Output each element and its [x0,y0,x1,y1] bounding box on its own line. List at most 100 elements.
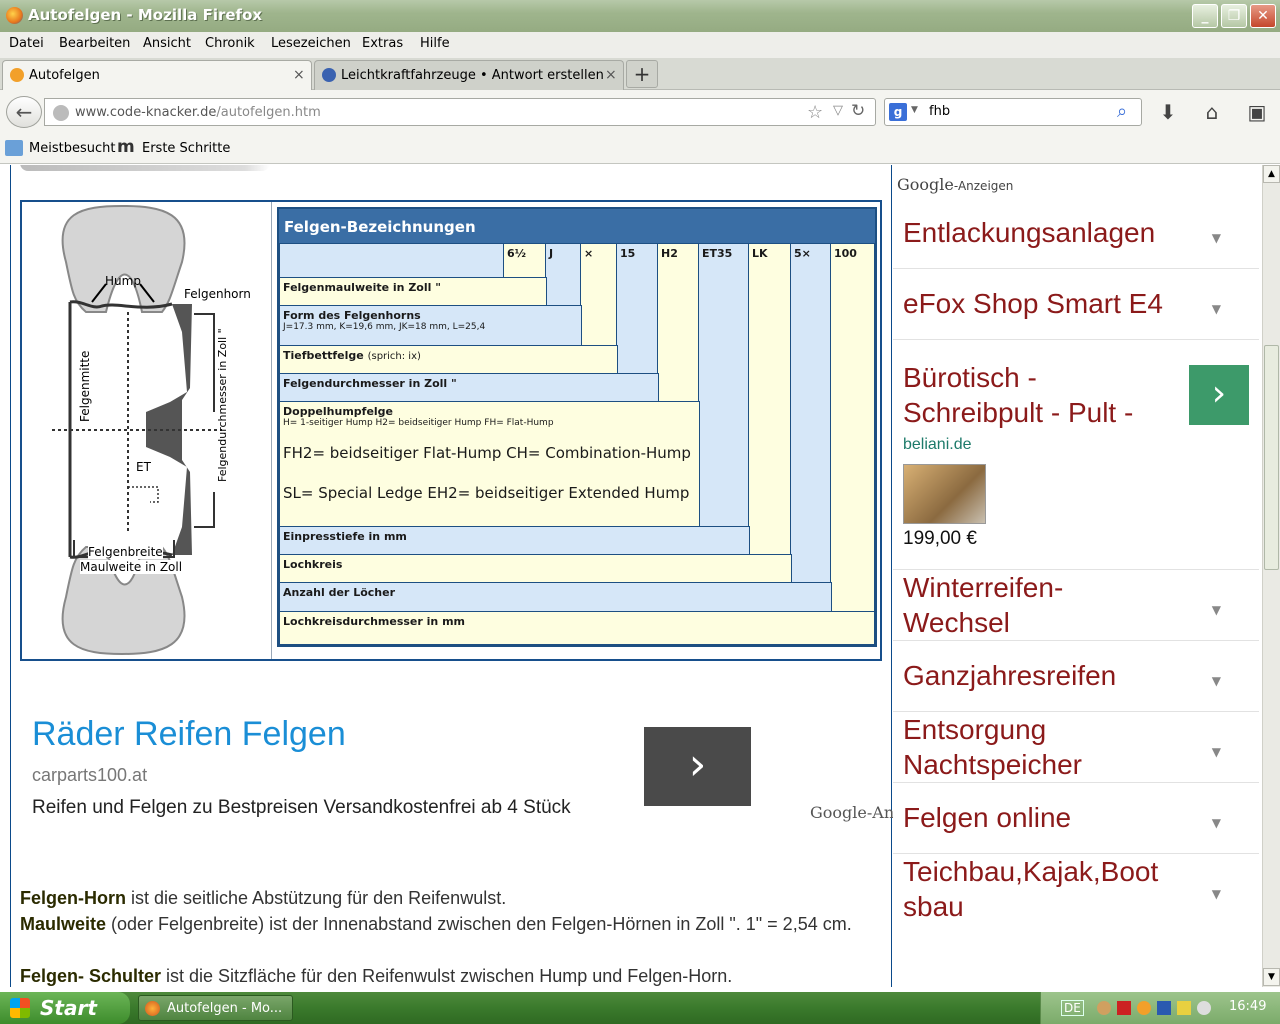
navigation-bar: www.code-knacker.de/autofelgen.htm ☆ ▽ ↻… [0,90,1280,132]
sidebar-ad-buerotisch[interactable]: Bürotisch - Schreibpult - Pult - beliani… [893,340,1259,570]
ad-title-link[interactable]: Räder Reifen Felgen [32,715,346,754]
language-indicator[interactable]: DE [1061,1000,1084,1016]
row-tiefbettfelge: Tiefbettfelge (sprich: ix) [279,345,618,375]
windows-logo-icon [10,998,30,1018]
label-felgendurchmesser: Felgendurchmesser in Zoll " [216,328,229,482]
web-page: Hump Felgenhorn Felgenmitte Felgendurchm… [0,165,1262,987]
ad-google-label: Google-An [810,803,895,822]
taskbar-firefox-task[interactable]: Autofelgen - Mo... [138,995,293,1021]
tab-autofelgen[interactable]: Autofelgen × [2,60,312,90]
bookmark-meistbesucht[interactable]: Meistbesucht [29,141,115,156]
menu-ansicht[interactable]: Ansicht [143,36,191,51]
chevron-down-icon: ▼ [1211,603,1221,617]
tab-label: Autofelgen [29,68,100,83]
tray-arrow-icon[interactable] [1097,1001,1111,1015]
sidebar-ad-felgen-online[interactable]: Felgen online ▼ [893,783,1259,854]
chevron-down-icon: ▼ [1211,887,1221,901]
google-engine-icon[interactable]: g [889,103,907,121]
row-anzahl-loecher: Anzahl der Löcher [279,582,832,613]
sidebar-ad-domain[interactable]: beliani.de [903,436,972,454]
search-input[interactable]: fhb [929,104,950,119]
paragraph-felgen-schulter: Felgen- Schulter ist die Sitzfläche für … [20,966,733,986]
page-scrollbar[interactable]: ▲ ▼ [1262,165,1280,987]
menu-lesezeichen[interactable]: Lesezeichen [271,36,351,51]
label-maulweite: Maulweite in Zoll [80,560,183,574]
tray-sound-icon[interactable] [1197,1001,1211,1015]
cut-off-heading [20,165,270,177]
tab-leichtkraftfahrzeuge[interactable]: Leichtkraftfahrzeuge • Antwort erstellen… [314,60,624,90]
new-tab-button[interactable]: + [626,60,658,88]
task-label: Autofelgen - Mo... [167,1001,283,1016]
scroll-down-arrow-icon[interactable]: ▼ [1263,968,1280,986]
rim-figure-box: Hump Felgenhorn Felgenmitte Felgendurchm… [20,200,882,661]
tray-network-icon[interactable] [1157,1001,1171,1015]
search-bar[interactable]: g ▼ fhb ⌕ [884,98,1142,126]
scroll-up-arrow-icon[interactable]: ▲ [1263,165,1280,183]
tab-label: Leichtkraftfahrzeuge • Antwort erstellen [341,68,604,83]
reload-icon[interactable]: ↻ [851,101,865,121]
tray-app-icon[interactable] [1117,1001,1131,1015]
search-icon[interactable]: ⌕ [1117,101,1127,122]
ad-url[interactable]: carparts100.at [32,765,147,786]
engine-dropdown-icon[interactable]: ▼ [911,105,918,115]
code-cell: LK [748,243,792,556]
row-form-felgenhorn: Form des Felgenhorns J=17.3 mm, K=19,6 mm… [279,305,582,347]
window-titlebar[interactable]: Autofelgen - Mozilla Firefox _ ❐ ✕ [0,0,1280,32]
close-window-button[interactable]: ✕ [1250,4,1276,28]
menu-extras[interactable]: Extras [362,36,403,51]
url-bar[interactable]: www.code-knacker.de/autofelgen.htm ☆ ▽ ↻ [44,98,876,126]
sidebar-ad-price: 199,00 € [903,528,977,549]
code-cell: 100 [830,243,875,613]
addon-icon[interactable]: ▣ [1243,98,1271,126]
chevron-down-icon: ▼ [1211,302,1221,316]
home-icon[interactable]: ⌂ [1198,98,1226,126]
start-button[interactable]: Start [0,992,130,1024]
history-dropdown-icon[interactable]: ▽ [833,103,843,118]
url-text: www.code-knacker.de/autofelgen.htm [75,105,321,120]
label-et: ET [136,460,151,474]
bookmark-star-icon[interactable]: ☆ [807,102,823,123]
downloads-icon[interactable]: ⬇ [1154,98,1182,126]
menu-hilfe[interactable]: Hilfe [420,36,450,51]
system-tray: DE 16:49 [1040,992,1280,1024]
close-tab-icon[interactable]: × [605,67,617,83]
firefox-m-icon: m [117,137,135,157]
code-cell: 5× [790,243,832,584]
desk-product-image[interactable] [903,464,986,524]
scrollbar-thumb[interactable] [1264,345,1279,570]
sidebar-ad-winterreifen[interactable]: Winterreifen- Wechsel ▼ [893,570,1259,641]
sidebar-ad-entsorgung[interactable]: Entsorgung Nachtspeicher ▼ [893,712,1259,783]
menu-datei[interactable]: Datei [9,36,44,51]
back-button[interactable]: ← [6,96,42,128]
minimize-button[interactable]: _ [1192,4,1218,28]
close-tab-icon[interactable]: × [293,67,305,83]
firefox-icon [145,1001,160,1016]
bookmark-erste-schritte[interactable]: Erste Schritte [142,141,230,156]
maximize-button[interactable]: ❐ [1221,4,1247,28]
chevron-down-icon: ▼ [1211,231,1221,245]
globe-icon [53,105,69,121]
code-cell: 15 [616,243,659,375]
sidebar-ad-efox[interactable]: eFox Shop Smart E4 ▼ [893,269,1259,340]
sidebar-ad-arrow-button[interactable]: › [1189,365,1249,425]
label-hump: Hump [105,274,141,288]
menu-chronik[interactable]: Chronik [205,36,255,51]
menu-bearbeiten[interactable]: Bearbeiten [59,36,130,51]
row-doppelhumpfelge: Doppelhumpfelge H= 1-seitiger Hump H2= b… [279,401,700,528]
row-lochkreisdurchmesser: Lochkreisdurchmesser in mm [279,611,875,645]
sidebar-ad-entlackungsanlagen[interactable]: Entlackungsanlagen ▼ [893,198,1259,269]
ad-arrow-button[interactable]: › [644,727,751,806]
code-cell: H2 [657,243,700,403]
rim-cross-section-diagram: Hump Felgenhorn Felgenmitte Felgendurchm… [22,202,272,659]
table-title: Felgen-Bezeichnungen [279,209,875,243]
sidebar-ad-teichbau[interactable]: Teichbau,Kajak,Boot sbau ▼ [893,854,1259,934]
start-label: Start [40,996,97,1020]
google-anzeigen-label: Google-Anzeigen [897,175,1014,194]
sidebar-ad-ganzjahresreifen[interactable]: Ganzjahresreifen ▼ [893,641,1259,712]
tray-app-icon[interactable] [1177,1001,1191,1015]
label-felgenmitte: Felgenmitte [78,350,92,422]
clock[interactable]: 16:49 [1229,999,1266,1014]
tray-app-icon[interactable] [1137,1001,1151,1015]
google-ads-sidebar: Google-Anzeigen Entlackungsanlagen ▼ eFox… [893,165,1262,987]
label-felgenbreite: Felgenbreite [88,545,163,559]
